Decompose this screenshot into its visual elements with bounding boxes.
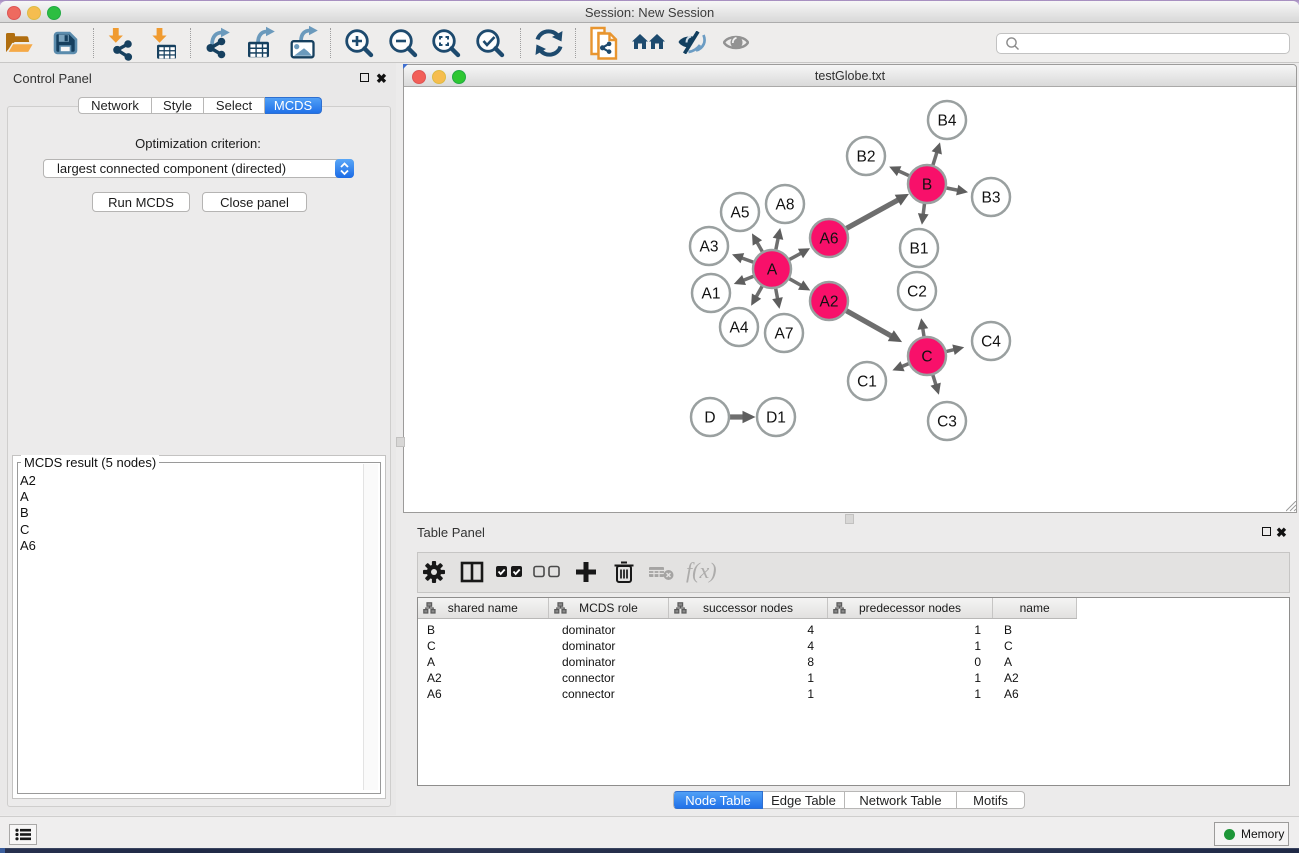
svg-text:C4: C4 — [981, 334, 1001, 351]
svg-text:A1: A1 — [702, 286, 721, 303]
svg-text:A3: A3 — [700, 239, 719, 256]
svg-text:C: C — [921, 349, 932, 366]
svg-text:A7: A7 — [775, 326, 794, 343]
svg-text:A4: A4 — [730, 320, 749, 337]
svg-text:C1: C1 — [857, 374, 877, 391]
svg-text:D: D — [704, 410, 715, 427]
svg-text:B2: B2 — [857, 149, 876, 166]
svg-text:C2: C2 — [907, 284, 927, 301]
svg-text:A5: A5 — [731, 205, 750, 222]
svg-text:B4: B4 — [938, 113, 957, 130]
svg-text:B: B — [922, 177, 932, 194]
svg-text:D1: D1 — [766, 410, 786, 427]
svg-text:A: A — [767, 262, 778, 279]
svg-text:A2: A2 — [820, 294, 839, 311]
svg-text:C3: C3 — [937, 414, 957, 431]
svg-text:B3: B3 — [982, 190, 1001, 207]
svg-text:A6: A6 — [820, 231, 839, 248]
svg-text:A8: A8 — [776, 197, 795, 214]
svg-text:B1: B1 — [910, 241, 929, 258]
